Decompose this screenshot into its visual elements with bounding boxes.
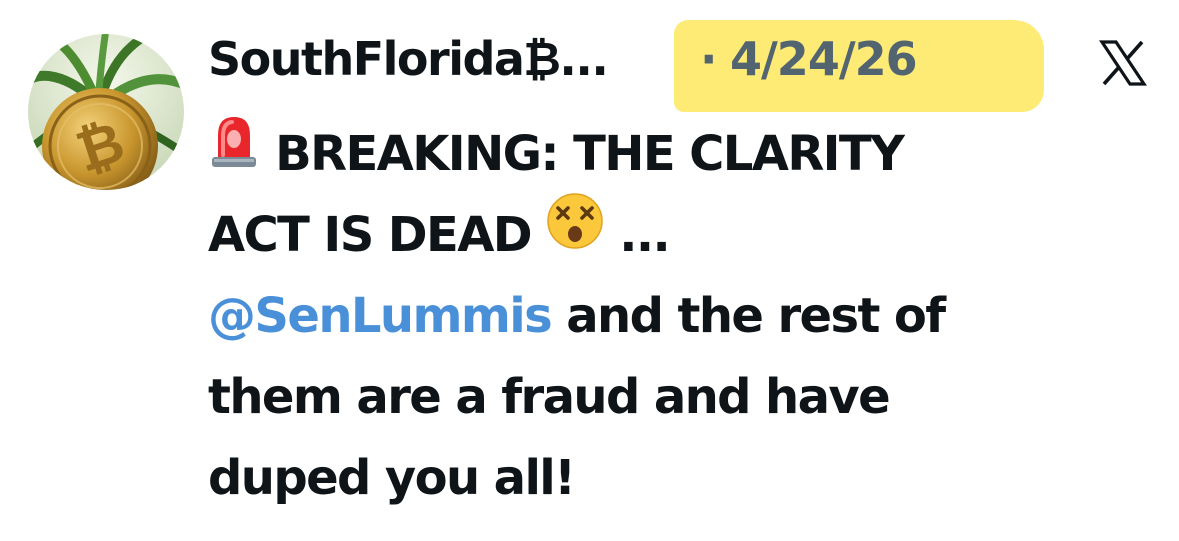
tweet-line-3-text: and the rest of [566, 288, 946, 344]
tweet-line-2: ACT IS DEAD ... [208, 192, 1148, 276]
tweet-header: SouthFlorida₿... · 4/24/26 [208, 20, 1108, 112]
tweet-line-4-text: them are a fraud and have [208, 369, 891, 425]
tweet-body: BREAKING: THE CLARITY ACT IS DEAD ... @S… [208, 114, 1148, 519]
avatar[interactable]: ₿ [28, 34, 184, 190]
tweet-line-1-text: BREAKING: THE CLARITY [275, 126, 905, 182]
tweet-line-5-text: duped you all! [208, 450, 576, 506]
bitcoin-palm-avatar-icon: ₿ [28, 34, 184, 190]
tweet-line-4: them are a fraud and have [208, 357, 1148, 438]
tweet-line-3: @SenLummis and the rest of [208, 276, 1148, 357]
x-logo-icon[interactable] [1098, 38, 1148, 88]
author-display-name[interactable]: SouthFlorida₿... [208, 32, 609, 86]
police-siren-emoji-icon [208, 111, 260, 194]
tweet-line-2-text: ACT IS DEAD [208, 207, 533, 263]
dizzy-face-emoji-icon [546, 192, 604, 275]
tweet-date[interactable]: 4/24/26 [730, 32, 918, 86]
tweet-line-5: duped you all! [208, 438, 1148, 519]
separator-dot: · [700, 32, 718, 86]
mention-link[interactable]: @SenLummis [208, 288, 553, 344]
tweet-line-1: BREAKING: THE CLARITY [208, 114, 1148, 195]
tweet-line-2-ellipsis: ... [619, 207, 671, 263]
